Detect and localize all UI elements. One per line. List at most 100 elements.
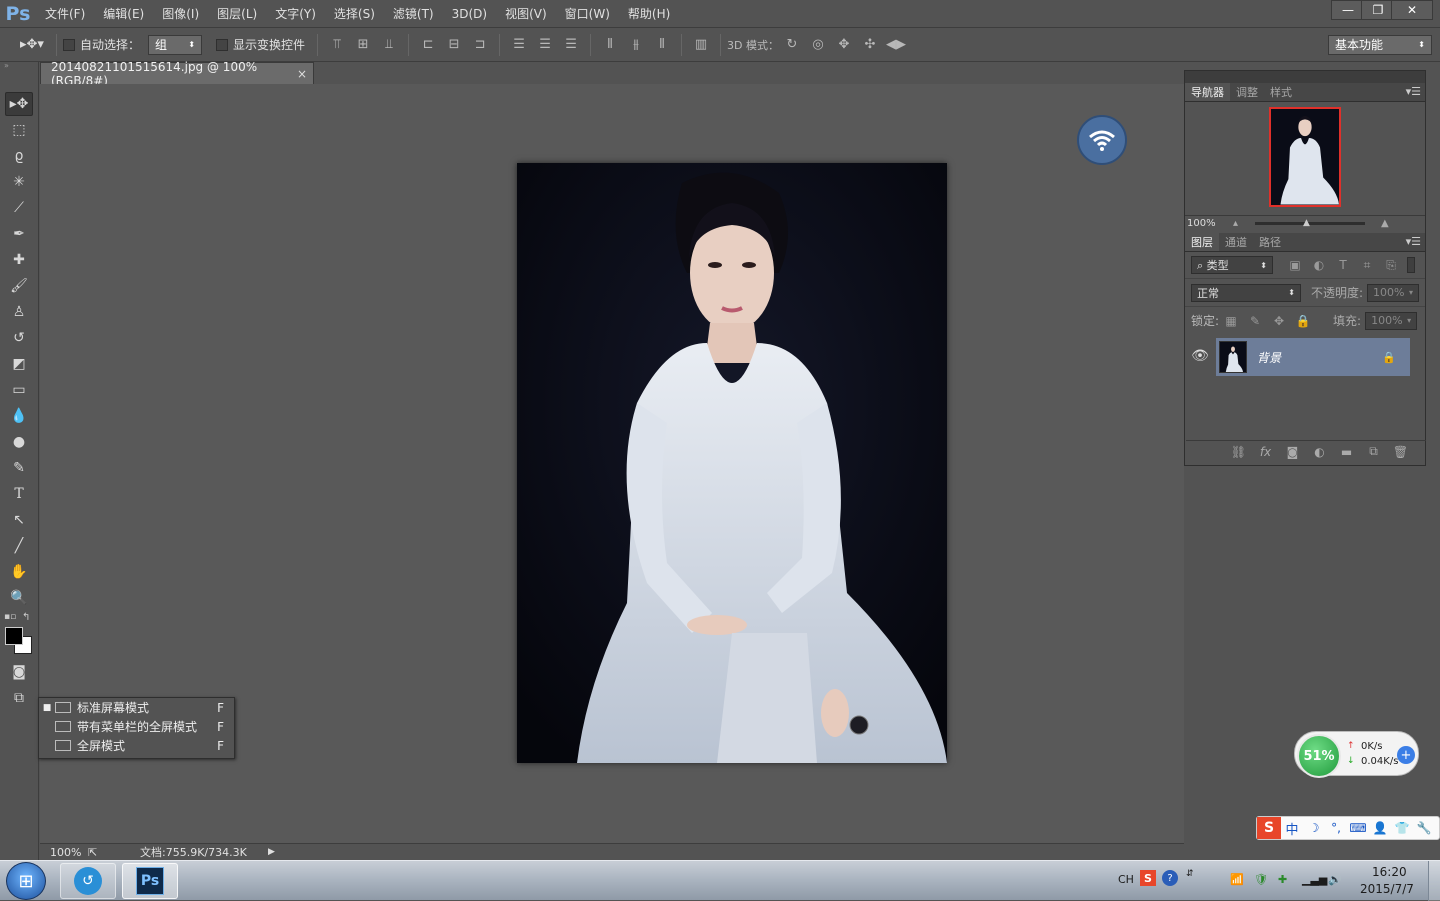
layer-row-background[interactable]: 背景 🔒: [1216, 338, 1410, 376]
screen-mode-fullscreen-menubar[interactable]: 带有菜单栏的全屏模式 F: [39, 717, 234, 736]
filter-toggle[interactable]: [1407, 257, 1415, 273]
clock-time[interactable]: 16:20: [1372, 865, 1407, 879]
show-transform-checkbox[interactable]: 显示变换控件: [216, 36, 305, 53]
document-image[interactable]: [517, 163, 947, 763]
sogou-icon[interactable]: S: [1257, 817, 1281, 839]
visibility-eye-icon[interactable]: 👁: [1190, 348, 1210, 368]
roll-3d-icon[interactable]: ◎: [805, 34, 831, 56]
taskbar-browser[interactable]: ↺: [60, 863, 116, 899]
network-monitor-widget[interactable]: 51% ↑ 0K/s ↓ 0.04K/s +: [1294, 731, 1419, 778]
tray-expand-icon[interactable]: ⇵: [1186, 869, 1194, 879]
swap-colors-icon[interactable]: ↰: [22, 612, 30, 623]
crop-tool-icon[interactable]: ⟋: [5, 196, 33, 220]
zoom-out-icon[interactable]: ▴: [1233, 218, 1249, 229]
status-menu-arrow-icon[interactable]: ▶: [268, 847, 275, 857]
volume-tray-icon[interactable]: 🔊: [1328, 873, 1342, 886]
clock-date[interactable]: 2015/7/7: [1360, 882, 1414, 896]
filter-type-icon[interactable]: T: [1331, 258, 1355, 272]
show-desktop-button[interactable]: [1428, 861, 1440, 901]
adjustment-layer-icon[interactable]: ◐: [1306, 445, 1333, 459]
zoom-in-icon[interactable]: ▲: [1381, 218, 1397, 229]
marquee-tool-icon[interactable]: ⬚: [5, 118, 33, 142]
hand-tool-icon[interactable]: ✋: [5, 560, 33, 584]
lasso-tool-icon[interactable]: ϱ: [5, 144, 33, 168]
screen-mode-standard[interactable]: ■ 标准屏幕模式 F: [39, 698, 234, 717]
blend-mode-dropdown[interactable]: 正常 ⬍: [1191, 283, 1301, 302]
align-right-icon[interactable]: ⊐: [467, 34, 493, 56]
fill-field[interactable]: 100% ▾: [1365, 311, 1418, 330]
healing-brush-tool-icon[interactable]: ✚: [5, 248, 33, 272]
shirt-icon[interactable]: 👕: [1391, 821, 1413, 835]
moon-icon[interactable]: ☽: [1303, 821, 1325, 835]
distribute-hcenter-icon[interactable]: ⫵: [623, 34, 649, 56]
panel-collapse-icon[interactable]: »: [0, 62, 38, 70]
new-group-icon[interactable]: ▬: [1333, 445, 1360, 459]
checkbox-icon[interactable]: [216, 38, 229, 51]
gradient-tool-icon[interactable]: ▭: [5, 378, 33, 402]
help-tray-icon[interactable]: ?: [1162, 870, 1178, 886]
menu-view[interactable]: 视图(V): [496, 0, 556, 28]
tab-styles[interactable]: 样式: [1264, 83, 1298, 101]
blur-tool-icon[interactable]: 💧: [5, 404, 33, 428]
distribute-left-icon[interactable]: ⫴: [597, 34, 623, 56]
move-tool-icon[interactable]: ▸✥: [5, 92, 33, 116]
lock-image-icon[interactable]: ✎: [1243, 314, 1267, 328]
signal-tray-icon[interactable]: ▁▃▅: [1302, 873, 1327, 886]
checkbox-icon[interactable]: [63, 38, 75, 51]
history-brush-tool-icon[interactable]: ↺: [5, 326, 33, 350]
scale-3d-icon[interactable]: ◀▶: [883, 34, 909, 56]
panel-menu-icon[interactable]: ▾☰: [1406, 85, 1421, 98]
align-bottom-icon[interactable]: ⫫: [376, 34, 402, 56]
menu-select[interactable]: 选择(S): [325, 0, 384, 28]
status-zoom[interactable]: 100%: [40, 846, 88, 859]
quick-mask-icon[interactable]: ◙: [5, 660, 33, 684]
minimize-button[interactable]: —: [1331, 0, 1365, 20]
zoom-slider[interactable]: ▲: [1255, 218, 1365, 228]
move-tool-preset-icon[interactable]: ▸✥▾: [14, 37, 50, 52]
brush-tool-icon[interactable]: 🖌: [5, 274, 33, 298]
type-tool-icon[interactable]: T: [5, 482, 33, 506]
add-mask-icon[interactable]: ◙: [1279, 445, 1306, 459]
eraser-tool-icon[interactable]: ◩: [5, 352, 33, 376]
wrench-icon[interactable]: 🔧: [1413, 821, 1435, 835]
align-vcenter-icon[interactable]: ⊞: [350, 34, 376, 56]
zoom-slider-handle[interactable]: ▲: [1303, 218, 1310, 228]
screen-mode-fullscreen[interactable]: 全屏模式 F: [39, 736, 234, 755]
ime-lang[interactable]: 中: [1281, 819, 1303, 838]
user-icon[interactable]: 👤: [1369, 821, 1391, 835]
start-button-icon[interactable]: ⊞: [6, 862, 46, 900]
close-button[interactable]: ✕: [1391, 0, 1433, 20]
layer-name[interactable]: 背景: [1257, 349, 1281, 366]
wifi-tray-icon[interactable]: 📶: [1230, 873, 1244, 886]
menu-help[interactable]: 帮助(H): [619, 0, 679, 28]
menu-file[interactable]: 文件(F): [36, 0, 94, 28]
menu-filter[interactable]: 滤镜(T): [384, 0, 443, 28]
language-indicator[interactable]: CH: [1118, 873, 1134, 886]
tab-adjustments[interactable]: 调整: [1230, 83, 1264, 101]
menu-3d[interactable]: 3D(D): [443, 0, 496, 28]
default-colors-icon[interactable]: ▪▫: [4, 612, 16, 622]
lock-transparent-icon[interactable]: ▦: [1219, 314, 1243, 328]
menu-window[interactable]: 窗口(W): [556, 0, 619, 28]
foreground-color-swatch[interactable]: [5, 627, 23, 645]
lock-position-icon[interactable]: ✥: [1267, 314, 1291, 328]
screen-mode-icon[interactable]: ⧉: [5, 686, 33, 710]
auto-select-checkbox[interactable]: 自动选择：: [63, 36, 140, 53]
magic-wand-tool-icon[interactable]: ✳: [5, 170, 33, 194]
link-layers-icon[interactable]: ⛓: [1225, 445, 1252, 459]
pen-tool-icon[interactable]: ✎: [5, 456, 33, 480]
sogou-tray-icon[interactable]: S: [1140, 870, 1156, 886]
plus-tray-icon[interactable]: ✚: [1278, 873, 1287, 886]
tab-channels[interactable]: 通道: [1219, 233, 1253, 251]
menu-edit[interactable]: 编辑(E): [94, 0, 153, 28]
tab-paths[interactable]: 路径: [1253, 233, 1287, 251]
drag-3d-icon[interactable]: ✥: [831, 34, 857, 56]
rotate-3d-icon[interactable]: ↻: [779, 34, 805, 56]
lock-all-icon[interactable]: 🔒: [1291, 314, 1315, 328]
line-tool-icon[interactable]: ╱: [5, 534, 33, 558]
align-hcenter-icon[interactable]: ⊟: [441, 34, 467, 56]
slide-3d-icon[interactable]: ✣: [857, 34, 883, 56]
filter-shape-icon[interactable]: ⌗: [1355, 258, 1379, 273]
path-selection-tool-icon[interactable]: ↖: [5, 508, 33, 532]
distribute-right-icon[interactable]: ⫴: [649, 34, 675, 56]
